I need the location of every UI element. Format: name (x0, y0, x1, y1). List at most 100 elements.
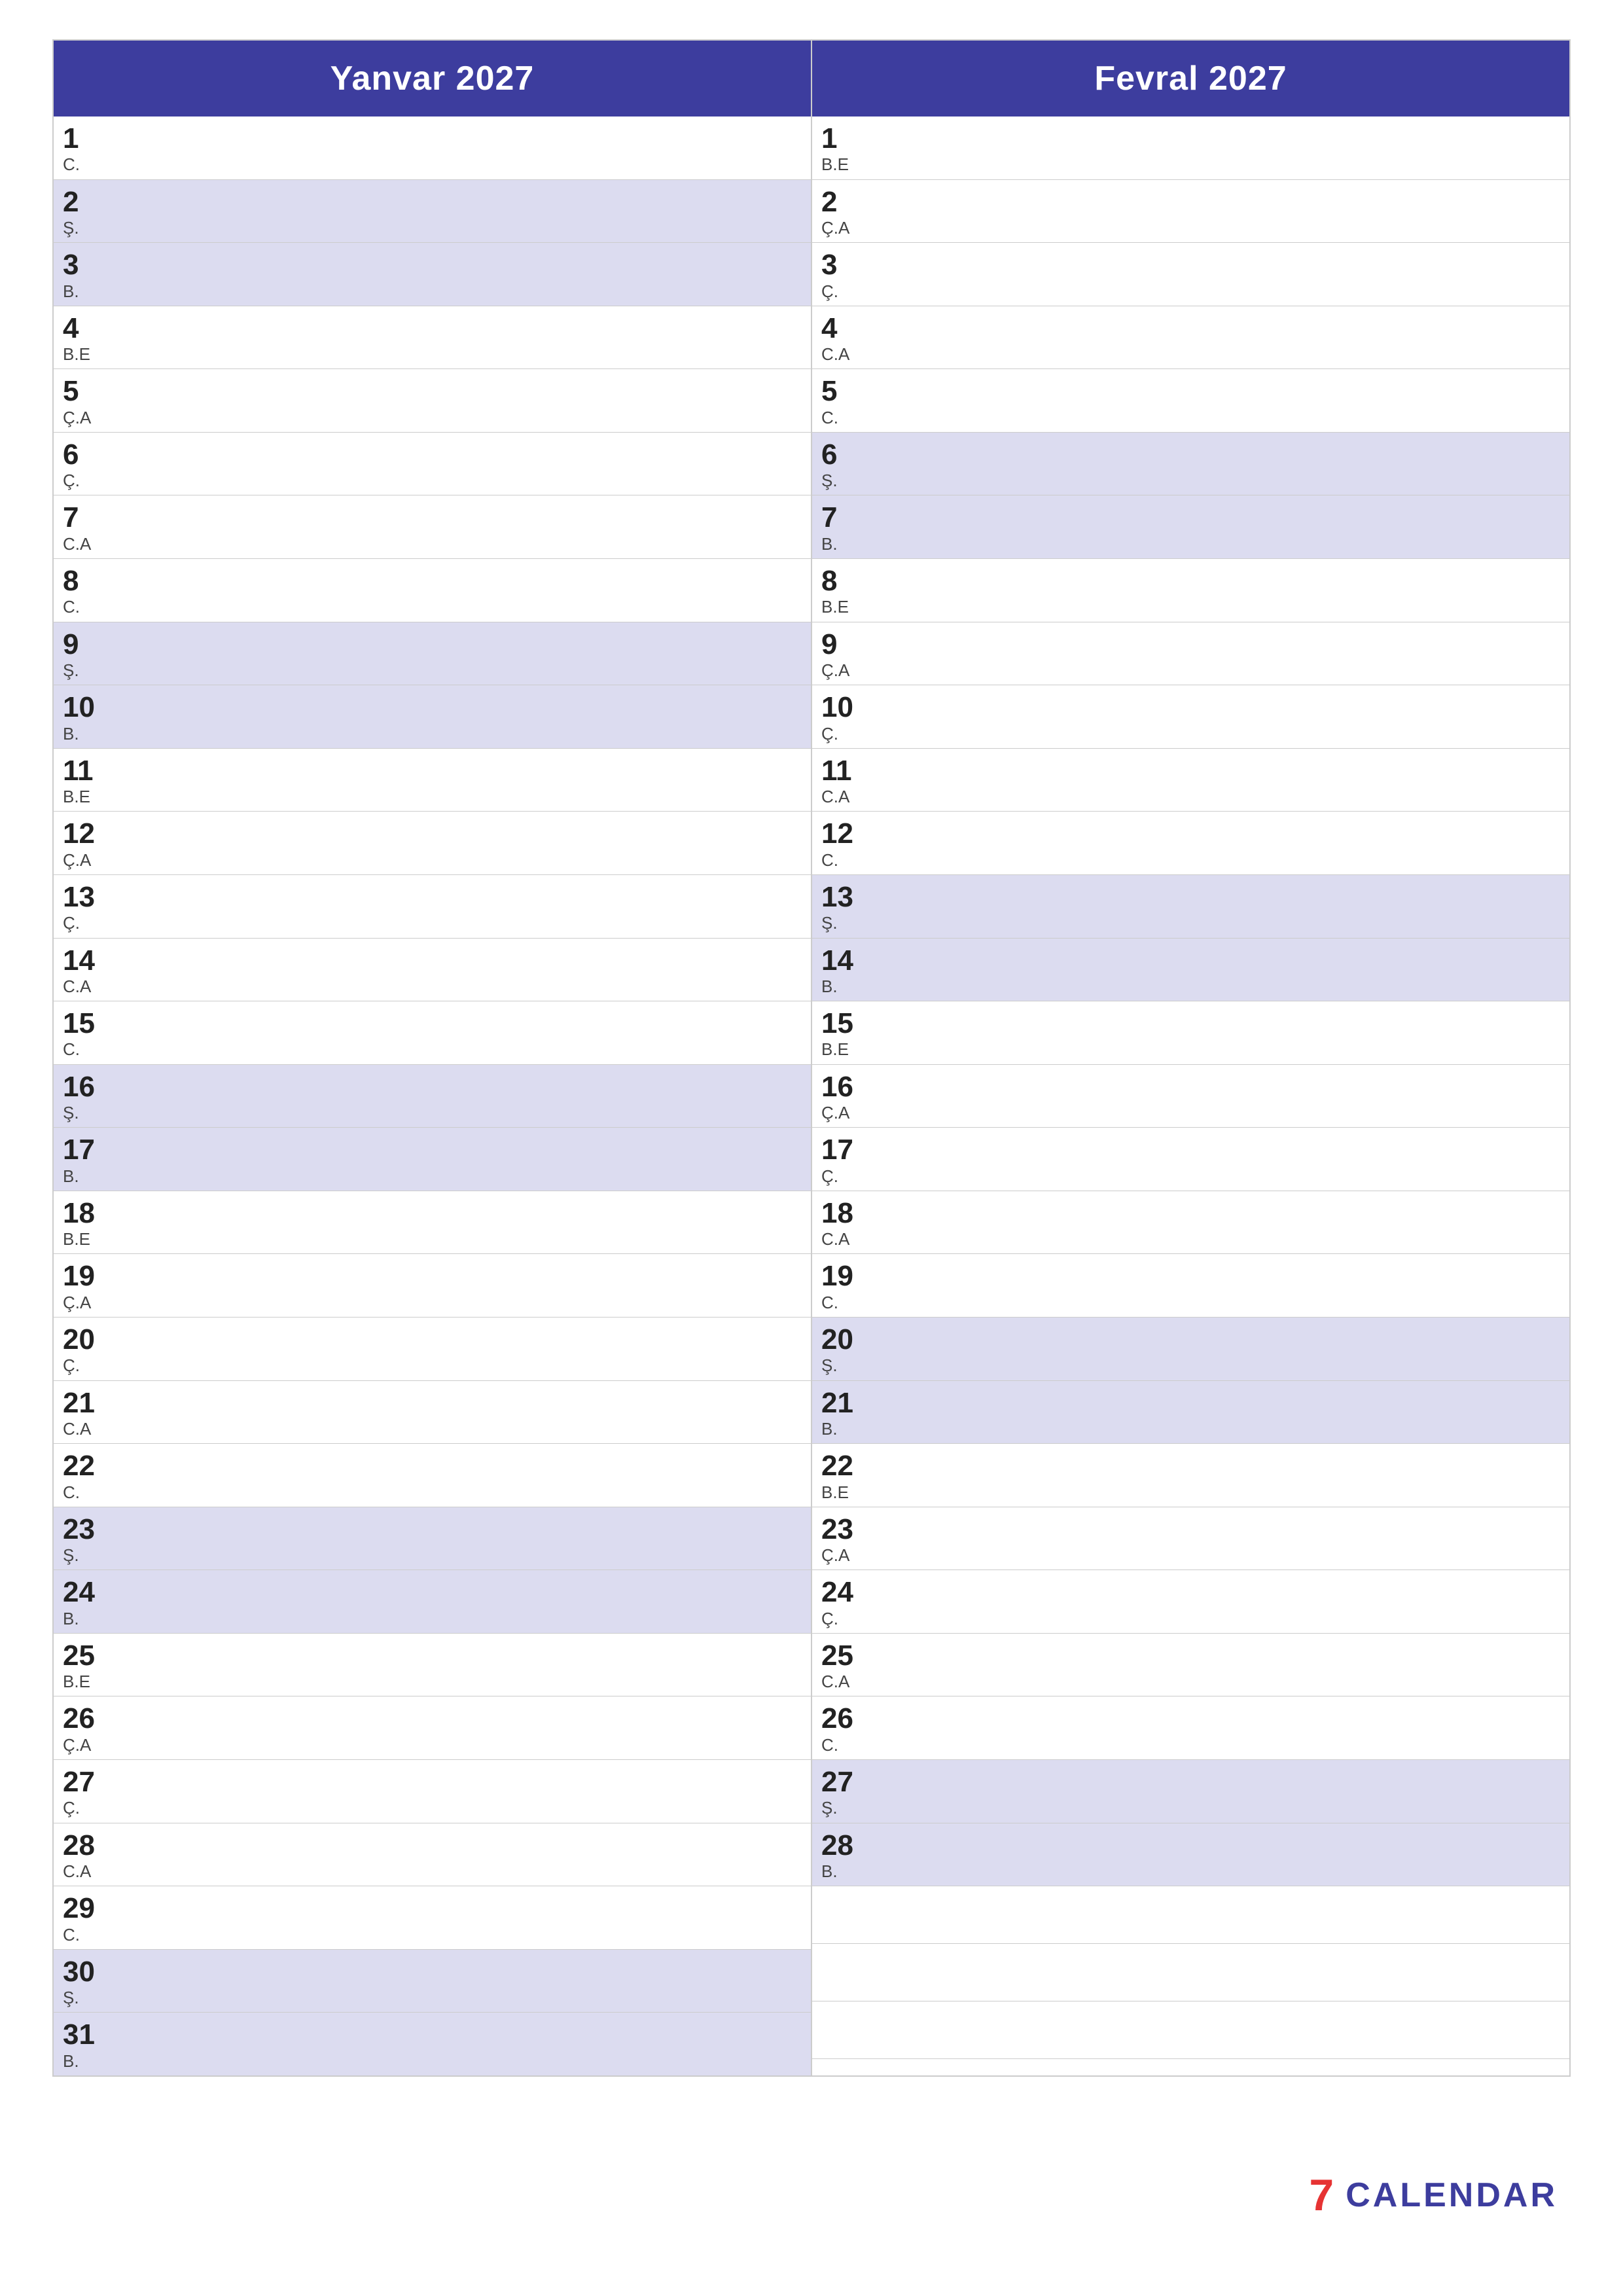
day-number: 12 (821, 818, 853, 850)
day-abbr: Ç. (63, 471, 80, 491)
day-content (113, 939, 811, 1001)
day-num-col: 25 C.A (812, 1634, 871, 1696)
day-num-col: 26 C. (812, 1696, 871, 1759)
day-number: 15 (821, 1008, 853, 1039)
day-row: 17 B. (54, 1128, 811, 1191)
day-num-col: 17 B. (54, 1128, 113, 1191)
day-row: 3 Ç. (812, 243, 1569, 306)
day-row: 25 B.E (54, 1634, 811, 1697)
day-row: 11 B.E (54, 749, 811, 812)
day-abbr: Ç.A (821, 1103, 849, 1123)
day-number: 27 (821, 1767, 853, 1798)
day-abbr: C. (63, 1482, 80, 1503)
day-number: 18 (821, 1198, 853, 1229)
day-num-col: 21 B. (812, 1381, 871, 1444)
day-number: 11 (63, 755, 94, 787)
day-abbr: B. (821, 534, 838, 554)
day-num-col: 11 B.E (54, 749, 113, 812)
day-number: 21 (821, 1388, 853, 1419)
day-row: 11 C.A (812, 749, 1569, 812)
day-number: 2 (63, 187, 79, 218)
day-row: 13 Ç. (54, 875, 811, 939)
day-content (871, 1128, 1569, 1191)
day-abbr: Ç.A (63, 408, 91, 428)
day-content (113, 306, 811, 369)
day-content (113, 1381, 811, 1444)
day-num-col: 15 B.E (812, 1001, 871, 1064)
day-num-col: 7 C.A (54, 495, 113, 558)
day-row: 5 C. (812, 369, 1569, 433)
day-row: 28 C.A (54, 1823, 811, 1887)
day-content (113, 1696, 811, 1759)
day-number: 9 (63, 629, 79, 660)
day-number: 11 (821, 755, 852, 787)
day-number: 7 (63, 502, 79, 533)
day-number: 3 (63, 249, 79, 281)
day-abbr: Ş. (63, 218, 79, 238)
day-number: 26 (63, 1703, 95, 1734)
day-num-col: 3 Ç. (812, 243, 871, 306)
day-num-col: 21 C.A (54, 1381, 113, 1444)
day-num-col: 20 Ç. (54, 1318, 113, 1380)
day-number: 5 (63, 376, 79, 407)
day-content (113, 1886, 811, 1949)
day-number: 24 (821, 1577, 853, 1608)
day-num-col: 24 Ç. (812, 1570, 871, 1633)
day-row: 17 Ç. (812, 1128, 1569, 1191)
day-row: 21 B. (812, 1381, 1569, 1444)
day-number: 4 (63, 313, 79, 344)
empty-row (812, 1944, 1569, 2001)
day-abbr: Ş. (63, 1988, 79, 2008)
day-number: 20 (63, 1324, 95, 1355)
day-num-col: 14 C.A (54, 939, 113, 1001)
day-row: 12 Ç.A (54, 812, 811, 875)
day-content (113, 1128, 811, 1191)
day-num-col: 15 C. (54, 1001, 113, 1064)
day-row: 3 B. (54, 243, 811, 306)
day-number: 13 (63, 882, 95, 913)
day-num-col: 18 B.E (54, 1191, 113, 1254)
day-content (113, 875, 811, 938)
day-content (871, 685, 1569, 748)
day-row: 19 C. (812, 1254, 1569, 1318)
day-num-col: 4 B.E (54, 306, 113, 369)
day-row: 28 B. (812, 1823, 1569, 1887)
day-abbr: C.A (63, 977, 91, 997)
day-row: 8 B.E (812, 559, 1569, 622)
day-row: 5 Ç.A (54, 369, 811, 433)
day-abbr: Ç.A (63, 1735, 91, 1755)
day-num-col: 7 B. (812, 495, 871, 558)
day-content (871, 369, 1569, 432)
day-abbr: B.E (63, 787, 90, 807)
day-row: 2 Ç.A (812, 180, 1569, 243)
day-abbr: Ç.A (63, 850, 91, 870)
day-row: 14 B. (812, 939, 1569, 1002)
day-content (113, 622, 811, 685)
day-content (113, 1191, 811, 1254)
day-content (113, 1823, 811, 1886)
day-content (113, 1318, 811, 1380)
day-content (871, 1570, 1569, 1633)
day-number: 24 (63, 1577, 95, 1608)
day-abbr: Ç.A (821, 1545, 849, 1566)
day-number: 15 (63, 1008, 95, 1039)
day-num-col: 8 C. (54, 559, 113, 622)
day-row: 23 Ç.A (812, 1507, 1569, 1571)
day-num-col: 22 B.E (812, 1444, 871, 1507)
day-content (113, 1634, 811, 1696)
day-content (871, 306, 1569, 369)
day-content (871, 622, 1569, 685)
day-abbr: B.E (821, 1482, 849, 1503)
day-abbr: B.E (821, 597, 849, 617)
day-content (871, 749, 1569, 812)
day-abbr: Ç. (63, 913, 80, 933)
day-num-col: 28 B. (812, 1823, 871, 1886)
day-row: 9 Ç.A (812, 622, 1569, 686)
day-row: 16 Ç.A (812, 1065, 1569, 1128)
day-content (871, 495, 1569, 558)
day-num-col: 8 B.E (812, 559, 871, 622)
day-content (113, 117, 811, 179)
day-content (871, 1065, 1569, 1128)
day-abbr: Ş. (63, 660, 79, 681)
day-num-col: 12 Ç.A (54, 812, 113, 874)
